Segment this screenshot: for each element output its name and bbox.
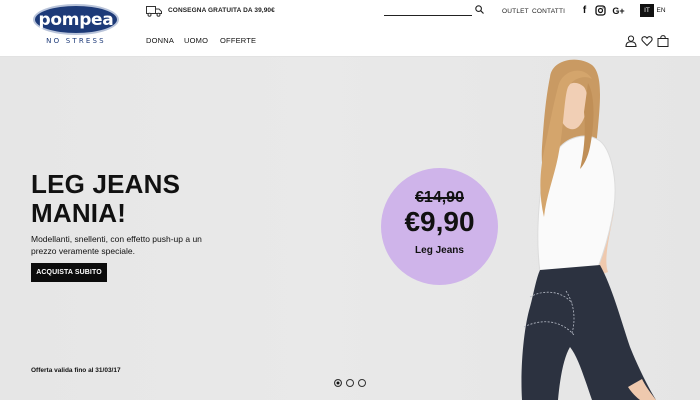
model-photo: [521, 59, 656, 400]
logo-wordmark: pompea: [38, 9, 114, 30]
old-price: €14,90: [415, 189, 464, 206]
lang-en[interactable]: EN: [654, 4, 668, 17]
facebook-icon[interactable]: f: [579, 5, 590, 16]
sale-price: €9,90: [404, 206, 475, 237]
shop-now-button[interactable]: ACQUISTA SUBITO: [31, 263, 107, 282]
free-shipping-notice: CONSEGNA GRATUITA DA 39,90€: [168, 7, 275, 14]
logo-badge: pompea: [33, 4, 119, 35]
price-product-label: Leg Jeans: [415, 245, 464, 256]
truck-icon: [146, 6, 162, 17]
google-plus-icon[interactable]: G+: [612, 5, 625, 16]
bag-icon[interactable]: [657, 35, 669, 47]
lang-it[interactable]: IT: [640, 4, 654, 17]
headline-line-1: LEG JEANS: [31, 169, 181, 199]
instagram-icon[interactable]: [595, 5, 606, 16]
offer-validity: Offerta valida fino al 31/03/17: [31, 367, 121, 374]
search-icon[interactable]: [475, 5, 484, 14]
nav-offerte[interactable]: OFFERTE: [220, 36, 256, 45]
logo-tagline: NO STRESS: [46, 37, 106, 45]
hero-headline: LEG JEANS MANIA!: [31, 170, 180, 228]
slide-dot-3[interactable]: [358, 379, 366, 387]
nav-uomo[interactable]: UOMO: [184, 36, 208, 45]
brand-logo[interactable]: pompea NO STRESS: [33, 4, 119, 46]
hero-description: Modellanti, snellenti, con effetto push-…: [31, 234, 202, 256]
headline-line-2: MANIA!: [31, 198, 127, 228]
outlet-link[interactable]: OUTLET: [502, 8, 529, 15]
user-icon[interactable]: [625, 35, 637, 47]
slide-dot-1[interactable]: [334, 379, 342, 387]
slide-dot-2[interactable]: [346, 379, 354, 387]
nav-donna[interactable]: DONNA: [146, 36, 174, 45]
contatti-link[interactable]: CONTATTI: [532, 8, 565, 15]
search-input[interactable]: [384, 3, 472, 16]
hero-banner: LEG JEANS MANIA! Modellanti, snellenti, …: [0, 57, 700, 400]
price-badge: €14,90 €9,90 Leg Jeans: [381, 168, 498, 285]
search-box: [384, 3, 488, 17]
site-header: pompea NO STRESS CONSEGNA GRATUITA DA 39…: [0, 0, 700, 57]
heart-icon[interactable]: [641, 35, 653, 47]
